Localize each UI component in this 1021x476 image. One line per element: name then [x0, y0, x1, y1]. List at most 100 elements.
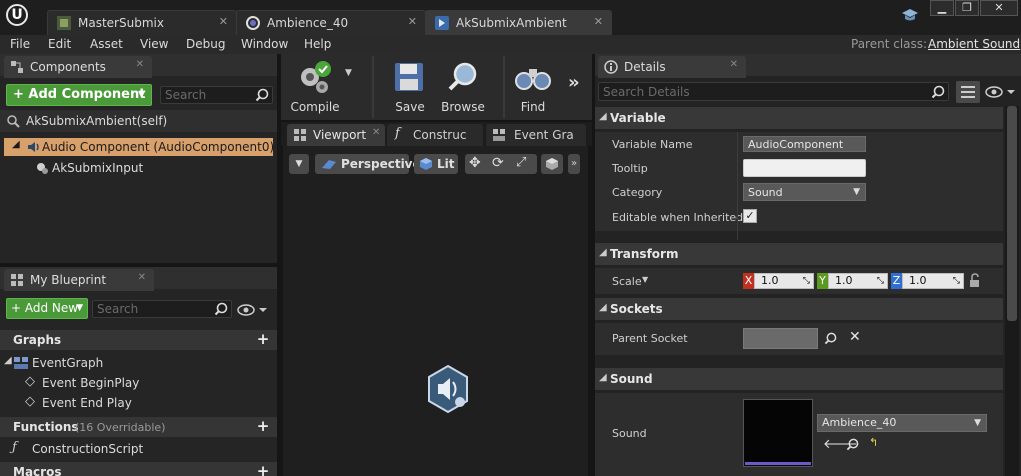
- visibility-eye-icon[interactable]: [237, 303, 269, 317]
- browse-button[interactable]: Browse: [435, 56, 491, 118]
- add-graph-button[interactable]: +: [256, 332, 270, 347]
- details-search[interactable]: [598, 82, 949, 101]
- visibility-eye-icon[interactable]: [985, 85, 1017, 99]
- scale-x-field[interactable]: 1.0 ⤡: [754, 273, 814, 289]
- blueprint-search[interactable]: [92, 300, 232, 318]
- property-matrix-button[interactable]: [956, 81, 980, 103]
- self-row[interactable]: AkSubmixAmbient(self): [0, 110, 277, 132]
- parent-socket-field[interactable]: [743, 328, 818, 349]
- save-disk-icon: [395, 63, 423, 91]
- tree-item-eventgraph[interactable]: ◢ EventGraph: [0, 354, 277, 372]
- close-icon[interactable]: ✕: [138, 272, 146, 283]
- menu-edit[interactable]: Edit: [48, 37, 71, 51]
- save-button[interactable]: Save: [385, 56, 435, 118]
- menu-file[interactable]: File: [10, 37, 30, 51]
- tab-aksubmixambient[interactable]: AkSubmixAmbient ✕: [425, 10, 612, 35]
- macros-section[interactable]: Macros +: [0, 462, 277, 476]
- tree-item-aksubmixinput[interactable]: AkSubmixInput: [4, 159, 273, 177]
- sound-thumbnail[interactable]: [743, 399, 813, 467]
- browse-search-icon[interactable]: [846, 438, 859, 451]
- perspective-button[interactable]: Perspective: [315, 154, 421, 174]
- close-icon[interactable]: ✕: [730, 59, 738, 70]
- learn-cap-icon[interactable]: [901, 7, 919, 23]
- close-icon[interactable]: ✕: [372, 127, 380, 138]
- viewport-overflow-button[interactable]: »: [568, 154, 580, 174]
- compile-button[interactable]: ▼ Compile: [285, 56, 365, 118]
- scrollbar-thumb[interactable]: [1007, 106, 1017, 321]
- search-icon[interactable]: [931, 85, 945, 99]
- tab-ambience[interactable]: Ambience_40 ✕: [236, 10, 426, 35]
- menu-view[interactable]: View: [140, 37, 168, 51]
- scale-z-field[interactable]: 1.0 ⤡: [902, 273, 964, 289]
- scale-y-field[interactable]: 1.0 ⤡: [828, 273, 888, 289]
- scale-label[interactable]: Scale: [612, 275, 642, 288]
- close-icon[interactable]: ✕: [594, 15, 603, 28]
- graphs-section[interactable]: Graphs +: [0, 330, 277, 350]
- components-search[interactable]: [160, 86, 273, 104]
- find-button[interactable]: Find: [511, 56, 555, 118]
- close-icon[interactable]: ✕: [136, 59, 144, 70]
- rotate-tool-icon[interactable]: ⟳: [492, 155, 504, 171]
- tree-item-constructionscript[interactable]: ƒ ConstructionScript: [0, 440, 277, 458]
- viewport[interactable]: ▼ Perspective Lit ✥ ⟳ ⤢ »: [283, 146, 588, 476]
- menu-debug[interactable]: Debug: [186, 37, 225, 51]
- tab-mastersubmix[interactable]: MasterSubmix ✕: [47, 10, 237, 35]
- tree-item-event-endplay[interactable]: ◇ Event End Play: [0, 394, 277, 412]
- expand-triangle-icon[interactable]: ◢: [12, 139, 20, 150]
- chevron-down-icon[interactable]: ▼: [345, 68, 352, 78]
- add-macro-button[interactable]: +: [256, 464, 270, 476]
- minimize-button[interactable]: ▁: [930, 0, 954, 16]
- search-icon[interactable]: [824, 332, 837, 345]
- tab-viewport[interactable]: Viewport ✕: [287, 124, 385, 146]
- search-icon[interactable]: [214, 302, 228, 316]
- add-new-button[interactable]: + Add New ▼: [6, 298, 88, 319]
- section-sound[interactable]: ◢ Sound: [595, 368, 1003, 390]
- chevron-down-icon[interactable]: ▼: [642, 275, 648, 284]
- collapse-triangle-icon[interactable]: ◢: [599, 302, 607, 313]
- tooltip-field[interactable]: [743, 159, 866, 177]
- reset-arrow-icon[interactable]: ↰: [869, 436, 878, 449]
- details-scrollbar[interactable]: [1005, 106, 1019, 476]
- functions-section[interactable]: Functions (16 Overridable) +: [0, 417, 277, 437]
- section-transform[interactable]: ◢ Transform: [595, 243, 1003, 265]
- collapse-triangle-icon[interactable]: ◢: [599, 372, 607, 383]
- lit-button[interactable]: Lit: [414, 154, 458, 174]
- clear-icon[interactable]: ✕: [849, 329, 861, 345]
- search-icon[interactable]: [255, 88, 269, 102]
- tab-details[interactable]: Details ✕: [598, 56, 746, 78]
- expand-triangle-icon[interactable]: ◢: [4, 355, 12, 366]
- menu-asset[interactable]: Asset: [90, 37, 123, 51]
- move-tool-icon[interactable]: ✥: [469, 155, 481, 171]
- add-function-button[interactable]: +: [256, 419, 270, 434]
- tree-item-event-beginplay[interactable]: ◇ Event BeginPlay: [0, 374, 277, 392]
- tab-event-graph[interactable]: Event Gra: [486, 124, 586, 146]
- close-icon[interactable]: ✕: [219, 15, 228, 28]
- scale-tool-icon[interactable]: ⤢: [516, 155, 526, 170]
- add-component-button[interactable]: + Add Component ▼: [6, 84, 152, 106]
- close-window-button[interactable]: ✕: [980, 0, 1018, 16]
- parent-class-link[interactable]: Ambient Sound: [928, 37, 1020, 51]
- category-dropdown[interactable]: Sound ▼: [743, 183, 866, 201]
- menu-window[interactable]: Window: [241, 37, 288, 51]
- sound-asset-dropdown[interactable]: Ambience_40 ▼: [817, 414, 987, 432]
- tab-construction[interactable]: f Construc: [387, 124, 483, 146]
- section-variable[interactable]: ◢ Variable: [595, 107, 1003, 129]
- variable-name-field[interactable]: AudioComponent: [743, 136, 866, 152]
- tab-components[interactable]: Components ✕: [4, 56, 152, 78]
- unlock-icon[interactable]: [969, 273, 981, 288]
- section-sockets[interactable]: ◢ Sockets: [595, 298, 1003, 320]
- search-input[interactable]: [599, 83, 948, 100]
- viewport-options-button[interactable]: ▼: [289, 154, 309, 174]
- collapse-triangle-icon[interactable]: ◢: [599, 111, 607, 122]
- menu-help[interactable]: Help: [304, 37, 331, 51]
- maximize-button[interactable]: ❐: [955, 0, 979, 16]
- camera-speed-button[interactable]: [541, 154, 563, 174]
- tree-item-audio-component[interactable]: ◢ Audio Component (AudioComponent0) (Inh: [4, 138, 301, 156]
- tab-my-blueprint[interactable]: My Blueprint ✕: [4, 269, 154, 291]
- collapse-triangle-icon[interactable]: ◢: [599, 247, 607, 258]
- close-icon[interactable]: ✕: [408, 15, 417, 28]
- editable-checkbox[interactable]: ✓: [743, 209, 757, 223]
- ak-ambient-sound-actor-icon[interactable]: [425, 364, 471, 414]
- toolbar-overflow-icon[interactable]: »: [568, 72, 580, 93]
- search-input[interactable]: [93, 301, 231, 317]
